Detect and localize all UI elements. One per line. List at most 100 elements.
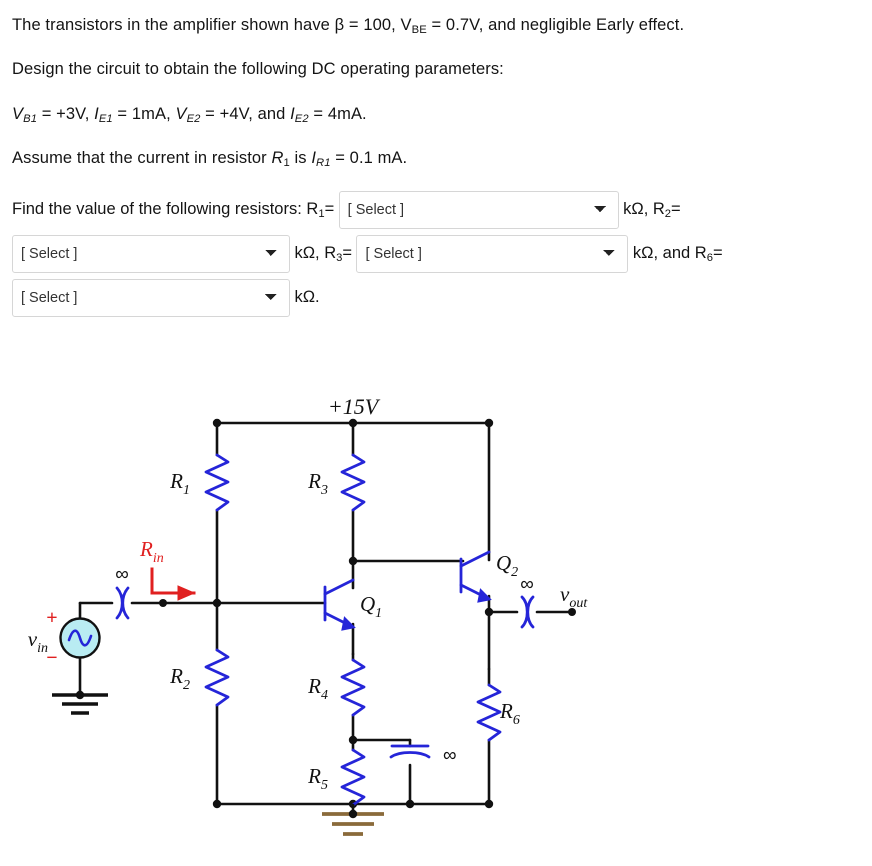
vb1-symbol: V	[12, 104, 24, 123]
ve2-symbol: V	[175, 104, 187, 123]
node-rail-r2	[212, 799, 222, 809]
r2-label-eq: =	[671, 200, 681, 219]
answer-row-1: Find the value of the following resistor…	[0, 191, 872, 230]
r6-label-sub: 6	[706, 252, 713, 265]
resistor-r2-symbol	[204, 648, 230, 707]
vin-plus-sign: +	[46, 607, 57, 629]
circuit-labels: +15V R1 R2 R3 R4 R5 R6 Q1 Q2 Rin vin + −…	[28, 394, 589, 793]
ie1-value: = 1mA,	[112, 104, 176, 123]
r2-label-sub: 2	[664, 208, 672, 221]
r6-select-wrapper[interactable]: [ Select ]	[12, 279, 290, 318]
problem-line-3: VB1 = +3V, IE1 = 1mA, VE2 = +4V, and IE2…	[12, 103, 860, 125]
vin-label: vin	[28, 627, 48, 656]
node-rin-probe	[159, 599, 167, 607]
r6-unit: kΩ.	[294, 288, 320, 307]
node-r1-supply	[212, 418, 222, 428]
resistor-r6-symbol	[476, 683, 502, 742]
answer-row-3: [ Select ] kΩ.	[0, 279, 872, 318]
cap-out-plate-right	[526, 595, 535, 629]
ve2-value: = +4V, and	[200, 104, 291, 123]
cap-bypass-infinity-label: ∞	[443, 745, 457, 766]
problem-statement: The transistors in the amplifier shown h…	[0, 0, 872, 169]
node-rail-cap	[405, 799, 415, 809]
q2-label: Q2	[496, 551, 518, 580]
node-r3-supply	[348, 418, 358, 428]
problem-line-4-b: is	[289, 148, 312, 167]
transistor-symbols	[323, 550, 492, 631]
r6-select[interactable]: [ Select ]	[12, 279, 290, 318]
vb1-value: = +3V,	[37, 104, 95, 123]
node-q1-collector	[348, 556, 358, 566]
r3-select-wrapper[interactable]: [ Select ]	[356, 235, 629, 274]
q2-collector-lead	[459, 550, 491, 568]
resistor-r5-symbol	[340, 748, 366, 807]
problem-line-1-sub: BE	[411, 24, 427, 37]
ve2-sub: E2	[186, 112, 201, 125]
problem-line-4-a: Assume that the current in resistor	[12, 148, 272, 167]
r1-sub: 1	[283, 156, 290, 169]
answer-row-2: [ Select ] kΩ, R3= [ Select ] kΩ, and R6…	[0, 235, 872, 274]
vout-label: vout	[560, 582, 588, 611]
vin-minus-sign: −	[46, 647, 57, 669]
ie1-sub: E1	[98, 112, 113, 125]
node-vout	[484, 607, 494, 617]
resistor-r3-symbol	[340, 453, 366, 512]
node-r4-r5	[348, 735, 358, 745]
problem-line-2: Design the circuit to obtain the followi…	[12, 60, 504, 79]
resistor-r1-symbol	[204, 453, 230, 512]
rin-arrow	[150, 567, 196, 601]
problem-line-1-a: The transistors in the amplifier shown h…	[12, 16, 412, 34]
cap-bypass-plate-bottom	[389, 751, 431, 759]
r1-select-wrapper[interactable]: [ Select ]	[338, 191, 619, 230]
ie2-value: = 4mA.	[308, 104, 367, 123]
r1-select[interactable]: [ Select ]	[338, 191, 619, 230]
r5-label: R5	[307, 764, 328, 793]
r1-label: R1	[169, 469, 190, 498]
r2-label: R2	[169, 664, 190, 693]
node-ground-bottom	[348, 809, 358, 819]
r1-unit-text: kΩ, R	[623, 200, 665, 219]
r3-label-sub: 3	[336, 252, 343, 265]
r6-label-eq: =	[712, 244, 723, 263]
q1-collector-lead	[323, 578, 355, 596]
resistor-r4-symbol	[340, 658, 366, 717]
problem-line-1-b: = 0.7V, and negligible Early effect.	[426, 16, 685, 34]
r2-unit-text: kΩ, R	[294, 244, 337, 263]
vb1-sub: B1	[23, 112, 38, 125]
r4-label: R4	[307, 674, 328, 703]
cap-out-infinity-label: ∞	[520, 574, 534, 595]
node-input-base	[212, 598, 222, 608]
r6-label: R6	[499, 699, 520, 728]
r3-unit: kΩ, and R6=	[632, 244, 723, 265]
question-lead-sub: 1	[318, 208, 325, 221]
q1-emitter-arrow	[341, 616, 356, 631]
r1-unit: kΩ, R2=	[623, 200, 681, 221]
r3-label-eq: =	[342, 244, 353, 263]
ir1-sub: R1	[316, 156, 331, 169]
problem-line-1: The transistors in the amplifier shown h…	[12, 14, 860, 36]
rin-label: Rin	[139, 537, 164, 566]
r2-select-wrapper[interactable]: [ Select ]	[12, 235, 290, 274]
question-lead-text: Find the value of the following resistor…	[12, 200, 319, 219]
r2-unit: kΩ, R3=	[294, 244, 353, 265]
cap-in-plate-right	[121, 586, 130, 620]
node-rail-r6	[484, 799, 494, 809]
r3-unit-text: kΩ, and R	[632, 244, 707, 263]
question-page: The transistors in the amplifier shown h…	[0, 0, 872, 866]
node-q2-supply	[484, 418, 494, 428]
problem-line-4: Assume that the current in resistor R1 i…	[12, 147, 860, 169]
question-lead: Find the value of the following resistor…	[12, 200, 335, 221]
vin-source	[59, 617, 101, 659]
r2-select[interactable]: [ Select ]	[12, 235, 290, 274]
r3-label: R3	[307, 469, 328, 498]
r3-select[interactable]: [ Select ]	[356, 235, 629, 274]
problem-line-4-c: = 0.1 mA.	[330, 148, 408, 167]
amplifier-circuit-diagram: +15V R1 R2 R3 R4 R5 R6 Q1 Q2 Rin vin + −…	[28, 394, 589, 836]
q1-label: Q1	[360, 592, 382, 621]
ie2-sub: E2	[294, 112, 309, 125]
supply-voltage-label: +15V	[328, 394, 381, 419]
question-lead-eq: =	[324, 200, 335, 219]
r1-symbol: R	[271, 148, 284, 167]
q2-emitter-arrow	[477, 588, 492, 603]
cap-in-infinity-label: ∞	[115, 564, 129, 585]
